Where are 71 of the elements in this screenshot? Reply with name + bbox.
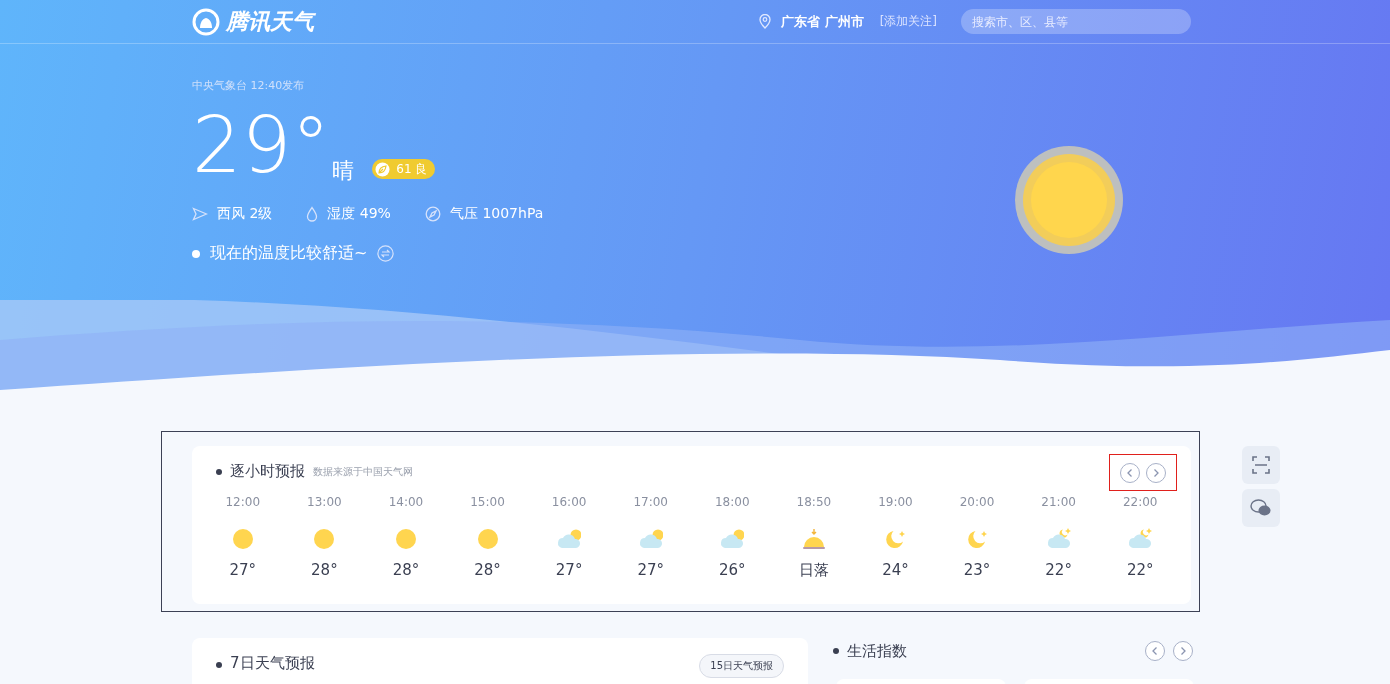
bullet-dot	[192, 249, 200, 258]
previous-button[interactable]	[1120, 463, 1140, 483]
hour-temperature: 28°	[311, 561, 338, 579]
next-button[interactable]	[1173, 641, 1193, 661]
sun-icon	[312, 527, 337, 551]
temperature: 29°	[192, 107, 331, 183]
cloud-sun-icon	[638, 527, 663, 551]
weather-detail: 气压 1007hPa	[449, 205, 544, 223]
hour-time: 15:00	[470, 495, 505, 509]
bullet-dot	[216, 662, 222, 668]
cloud-sun-icon	[720, 527, 745, 551]
scan-icon	[1252, 456, 1270, 474]
hour-temperature: 27°	[555, 561, 583, 579]
chevron-left-icon	[1126, 468, 1134, 478]
hour-temperature: 27°	[637, 561, 664, 579]
next-button[interactable]	[1146, 463, 1166, 483]
hour-time: 17:00	[633, 495, 668, 509]
location-pin-icon	[759, 14, 772, 29]
hour-time: 22:00	[1122, 495, 1158, 509]
sun-icon	[393, 527, 418, 551]
sun-icon	[475, 527, 500, 551]
hour-time: 20:00	[959, 495, 995, 509]
cloud-sun-icon	[557, 527, 582, 551]
hour-temperature: 28°	[474, 561, 501, 579]
logo-icon	[192, 7, 220, 36]
send-icon	[192, 207, 208, 221]
cloud-moon-icon	[1046, 527, 1071, 551]
hour-time: 12:00	[225, 495, 261, 509]
hour-temperature: 28°	[392, 561, 420, 579]
logo-text: 腾讯天气	[226, 7, 314, 36]
hour-temperature: 22°	[1126, 561, 1154, 579]
hour-temperature: 22°	[1045, 561, 1072, 579]
scan-button[interactable]	[1242, 446, 1280, 484]
hour-temperature: 27°	[229, 561, 257, 579]
cloud-moon-icon	[1128, 527, 1153, 551]
hour-time: 16:00	[551, 495, 587, 509]
bullet-dot	[833, 648, 839, 654]
hour-time: 13:00	[307, 495, 342, 509]
fifteen-day-button[interactable]: 15日天气预报	[699, 654, 784, 678]
hour-time: 18:50	[796, 495, 832, 509]
section-title: 生活指数	[847, 641, 907, 661]
sunset-icon	[801, 527, 826, 551]
hour-temperature: 日落	[798, 561, 829, 580]
hour-time: 21:00	[1041, 495, 1076, 509]
section-title: 7日天气预报	[230, 654, 315, 673]
hour-temperature: 26°	[719, 561, 746, 579]
bullet-dot	[216, 468, 222, 475]
hour-time: 19:00	[878, 495, 913, 509]
chevron-right-icon	[1152, 468, 1160, 478]
chevron-right-icon	[1179, 646, 1187, 656]
weather-detail: 湿度 49%	[327, 205, 391, 223]
hour-time: 14:00	[388, 495, 424, 509]
switch-icon[interactable]	[377, 245, 395, 262]
weather-condition: 晴	[332, 159, 355, 183]
hour-temperature: 24°	[882, 561, 909, 579]
chevron-left-icon	[1151, 646, 1159, 656]
comfort-tip: 现在的温度比较舒适~	[210, 243, 368, 264]
data-source: 数据来源于中国天气网	[313, 464, 413, 479]
chat-icon	[1250, 498, 1272, 518]
previous-button[interactable]	[1145, 641, 1165, 661]
location-text: 广东省 广州市	[781, 12, 864, 31]
wechat-button[interactable]	[1242, 489, 1280, 527]
compass-icon	[424, 206, 441, 222]
sun-icon	[230, 527, 255, 551]
hour-time: 18:00	[715, 495, 750, 509]
section-title: 逐小时预报	[230, 462, 305, 481]
hour-temperature: 23°	[963, 561, 991, 579]
weather-detail: 西风 2级	[217, 205, 273, 223]
aqi-value: 61 良	[396, 160, 428, 178]
publish-info: 中央气象台 12:40发布	[192, 78, 306, 93]
droplet-icon	[306, 206, 319, 222]
